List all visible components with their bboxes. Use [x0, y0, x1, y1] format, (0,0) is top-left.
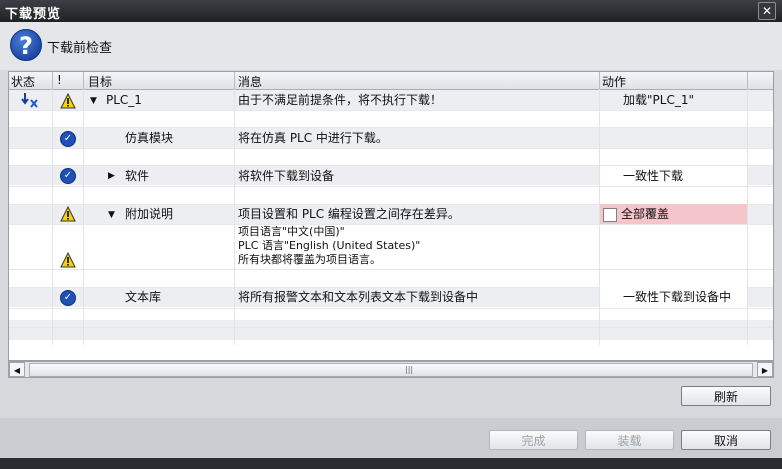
target-plc1: PLC_1 [106, 93, 142, 107]
target-sim: 仿真模块 [125, 131, 174, 145]
scroll-grip-icon: ||| [405, 365, 414, 374]
close-button[interactable]: ✕ [758, 2, 776, 20]
message-plc1: 由于不满足前提条件，将不执行下载！ [238, 93, 443, 107]
detail-line-2: PLC 语言"English (United States)" [238, 239, 421, 252]
col-target[interactable]: 目标 [88, 73, 112, 90]
detail-line-1: 项目语言"中文(中国)" [238, 225, 345, 238]
message-notes: 项目设置和 PLC 编程设置之间存在差异。 [238, 207, 460, 221]
download-error-icon [21, 93, 38, 108]
finish-button[interactable]: 完成 [489, 430, 578, 450]
overwrite-all-checkbox[interactable] [603, 208, 617, 222]
scroll-thumb[interactable]: ||| [29, 363, 753, 377]
dialog-header: ? 下载前检查 [0, 22, 782, 70]
refresh-button[interactable]: 刷新 [681, 386, 771, 406]
message-textlib: 将所有报警文本和文本列表文本下载到设备中 [238, 290, 479, 304]
load-button[interactable]: 装载 [585, 430, 674, 450]
download-check-table: 状态 ! 目标 消息 动作 ▼ PLC_1 由于不满足前提条件，将不执行下载！ … [8, 71, 774, 361]
warning-icon [60, 252, 76, 268]
cancel-button[interactable]: 取消 [681, 430, 771, 450]
expand-arrow-icon[interactable]: ▼ [108, 210, 115, 220]
header-text: 下载前检查 [47, 41, 113, 56]
expand-arrow-icon[interactable]: ▼ [90, 96, 97, 106]
action-plc1: 加载"PLC_1" [623, 93, 694, 107]
detail-line-3: 所有块都将覆盖为项目语言。 [238, 253, 381, 266]
target-notes: 附加说明 [125, 207, 174, 221]
scroll-right-icon[interactable]: ▶ [757, 362, 773, 377]
question-icon: ? [10, 29, 42, 61]
target-software: 软件 [125, 169, 150, 183]
col-flag[interactable]: ! [57, 73, 62, 87]
ok-check-icon: ✓ [60, 290, 76, 306]
warning-icon [60, 206, 76, 222]
col-status[interactable]: 状态 [11, 73, 35, 90]
action-notes: 全部覆盖 [621, 207, 670, 221]
col-message[interactable]: 消息 [238, 73, 262, 90]
window-title: 下载预览 [5, 7, 62, 22]
scroll-left-icon[interactable]: ◀ [9, 362, 25, 377]
horizontal-scrollbar[interactable]: ◀ ||| ▶ [8, 361, 774, 378]
message-software: 将软件下载到设备 [238, 169, 335, 183]
ok-check-icon: ✓ [60, 168, 76, 184]
message-sim: 将在仿真 PLC 中进行下载。 [238, 131, 388, 145]
warning-icon [60, 93, 76, 109]
table-header: 状态 ! 目标 消息 动作 [9, 72, 773, 90]
title-bar: 下载预览 ✕ [0, 0, 782, 22]
action-software[interactable]: 一致性下载 [623, 166, 683, 186]
action-textlib[interactable]: 一致性下载到设备中 [623, 287, 731, 307]
ok-check-icon: ✓ [60, 131, 76, 147]
target-textlib: 文本库 [125, 290, 162, 304]
collapse-arrow-icon[interactable]: ▶ [108, 171, 115, 181]
bottom-bar [0, 458, 782, 469]
col-action[interactable]: 动作 [602, 73, 626, 90]
